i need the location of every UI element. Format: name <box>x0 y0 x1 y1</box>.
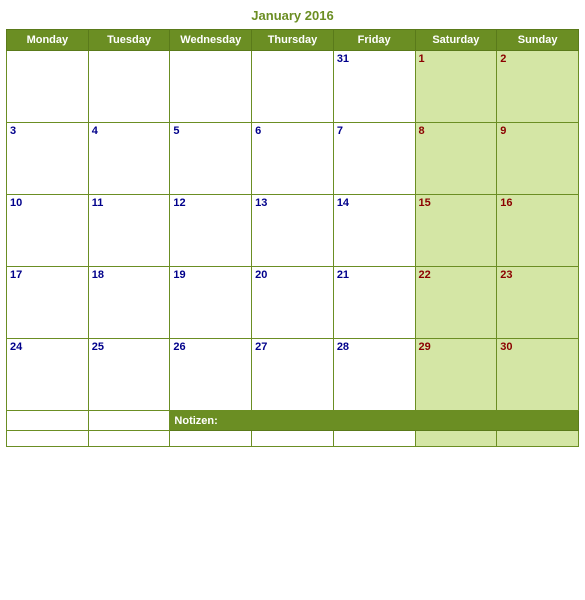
table-cell: 9 <box>497 123 579 195</box>
week-row-5: 24 25 26 27 28 29 30 <box>7 339 579 411</box>
calendar-wrapper: January 2016 Monday Tuesday Wednesday Th… <box>0 0 585 453</box>
header-tuesday: Tuesday <box>88 30 170 51</box>
table-cell: 1 <box>415 51 497 123</box>
day-number: 16 <box>500 197 512 209</box>
table-cell: 21 <box>333 267 415 339</box>
table-cell: 26 <box>170 339 252 411</box>
day-number: 20 <box>255 269 267 281</box>
table-cell: 17 <box>7 267 89 339</box>
week-row-3: 10 11 12 13 14 15 16 <box>7 195 579 267</box>
table-cell: 2 <box>497 51 579 123</box>
table-cell: 13 <box>252 195 334 267</box>
day-number: 8 <box>419 125 425 137</box>
table-cell: 19 <box>170 267 252 339</box>
day-number: 29 <box>419 341 431 353</box>
day-number: 27 <box>255 341 267 353</box>
table-cell: 16 <box>497 195 579 267</box>
table-cell: 4 <box>88 123 170 195</box>
day-number: 1 <box>419 53 425 65</box>
table-cell: 30 <box>497 339 579 411</box>
table-cell <box>88 51 170 123</box>
day-number: 9 <box>500 125 506 137</box>
day-number: 13 <box>255 197 267 209</box>
table-cell: 27 <box>252 339 334 411</box>
table-cell: 3 <box>7 123 89 195</box>
table-cell: 31 <box>333 51 415 123</box>
table-cell: 7 <box>333 123 415 195</box>
table-cell: 24 <box>7 339 89 411</box>
day-number: 12 <box>173 197 185 209</box>
table-cell <box>252 51 334 123</box>
table-cell-bottom <box>415 431 497 447</box>
day-number: 14 <box>337 197 349 209</box>
header-wednesday: Wednesday <box>170 30 252 51</box>
day-number: 21 <box>337 269 349 281</box>
day-number: 30 <box>500 341 512 353</box>
day-number: 23 <box>500 269 512 281</box>
notes-label: Notizen: <box>174 415 217 427</box>
table-cell-bottom <box>88 431 170 447</box>
day-number: 3 <box>10 125 16 137</box>
day-number: 6 <box>255 125 261 137</box>
table-cell: 29 <box>415 339 497 411</box>
day-number: 7 <box>337 125 343 137</box>
day-number: 26 <box>173 341 185 353</box>
week-row-4: 17 18 19 20 21 22 23 <box>7 267 579 339</box>
table-cell: 11 <box>88 195 170 267</box>
table-cell <box>7 51 89 123</box>
table-cell-bottom <box>7 431 89 447</box>
table-cell-blank <box>88 411 170 431</box>
table-cell: 5 <box>170 123 252 195</box>
day-number: 2 <box>500 53 506 65</box>
day-number: 28 <box>337 341 349 353</box>
table-cell: 23 <box>497 267 579 339</box>
header-saturday: Saturday <box>415 30 497 51</box>
notes-cell: Notizen: <box>170 411 579 431</box>
day-number: 25 <box>92 341 104 353</box>
table-cell: 28 <box>333 339 415 411</box>
table-cell-bottom <box>333 431 415 447</box>
table-cell-bottom <box>252 431 334 447</box>
day-number: 24 <box>10 341 22 353</box>
table-cell-blank <box>7 411 89 431</box>
week-row-2: 3 4 5 6 7 8 9 <box>7 123 579 195</box>
table-cell: 22 <box>415 267 497 339</box>
day-number: 22 <box>419 269 431 281</box>
header-monday: Monday <box>7 30 89 51</box>
table-cell: 20 <box>252 267 334 339</box>
day-number: 18 <box>92 269 104 281</box>
table-cell-bottom <box>497 431 579 447</box>
header-friday: Friday <box>333 30 415 51</box>
table-cell: 14 <box>333 195 415 267</box>
calendar-title: January 2016 <box>6 8 579 23</box>
table-cell: 12 <box>170 195 252 267</box>
table-cell: 6 <box>252 123 334 195</box>
bottom-row <box>7 431 579 447</box>
day-number: 15 <box>419 197 431 209</box>
table-cell: 15 <box>415 195 497 267</box>
day-number: 4 <box>92 125 98 137</box>
table-cell: 18 <box>88 267 170 339</box>
table-cell: 8 <box>415 123 497 195</box>
day-number: 5 <box>173 125 179 137</box>
header-thursday: Thursday <box>252 30 334 51</box>
day-number: 17 <box>10 269 22 281</box>
day-number: 19 <box>173 269 185 281</box>
table-cell-bottom <box>170 431 252 447</box>
calendar-table: Monday Tuesday Wednesday Thursday Friday… <box>6 29 579 447</box>
table-cell: 10 <box>7 195 89 267</box>
table-cell <box>170 51 252 123</box>
notes-row: Notizen: <box>7 411 579 431</box>
table-cell: 25 <box>88 339 170 411</box>
week-row-1: 31 1 2 <box>7 51 579 123</box>
header-row: Monday Tuesday Wednesday Thursday Friday… <box>7 30 579 51</box>
header-sunday: Sunday <box>497 30 579 51</box>
day-number: 10 <box>10 197 22 209</box>
day-number: 31 <box>337 53 349 65</box>
day-number: 11 <box>92 197 104 209</box>
